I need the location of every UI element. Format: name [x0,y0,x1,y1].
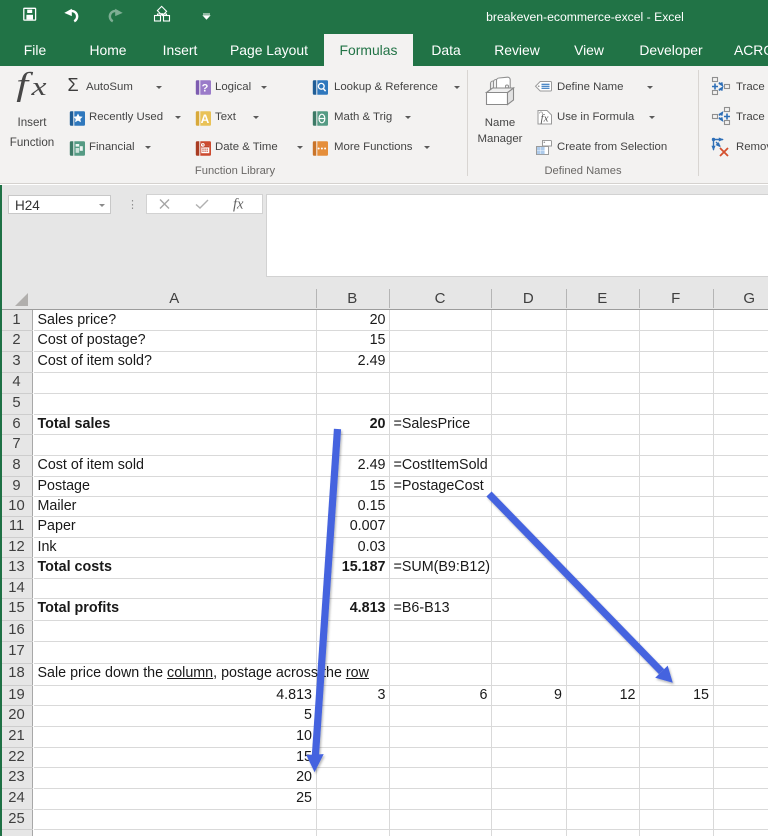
svg-text:?: ? [202,83,209,95]
svg-text:fx: fx [233,197,244,213]
svg-text:A: A [201,112,210,126]
svg-text:fx: fx [541,112,549,124]
